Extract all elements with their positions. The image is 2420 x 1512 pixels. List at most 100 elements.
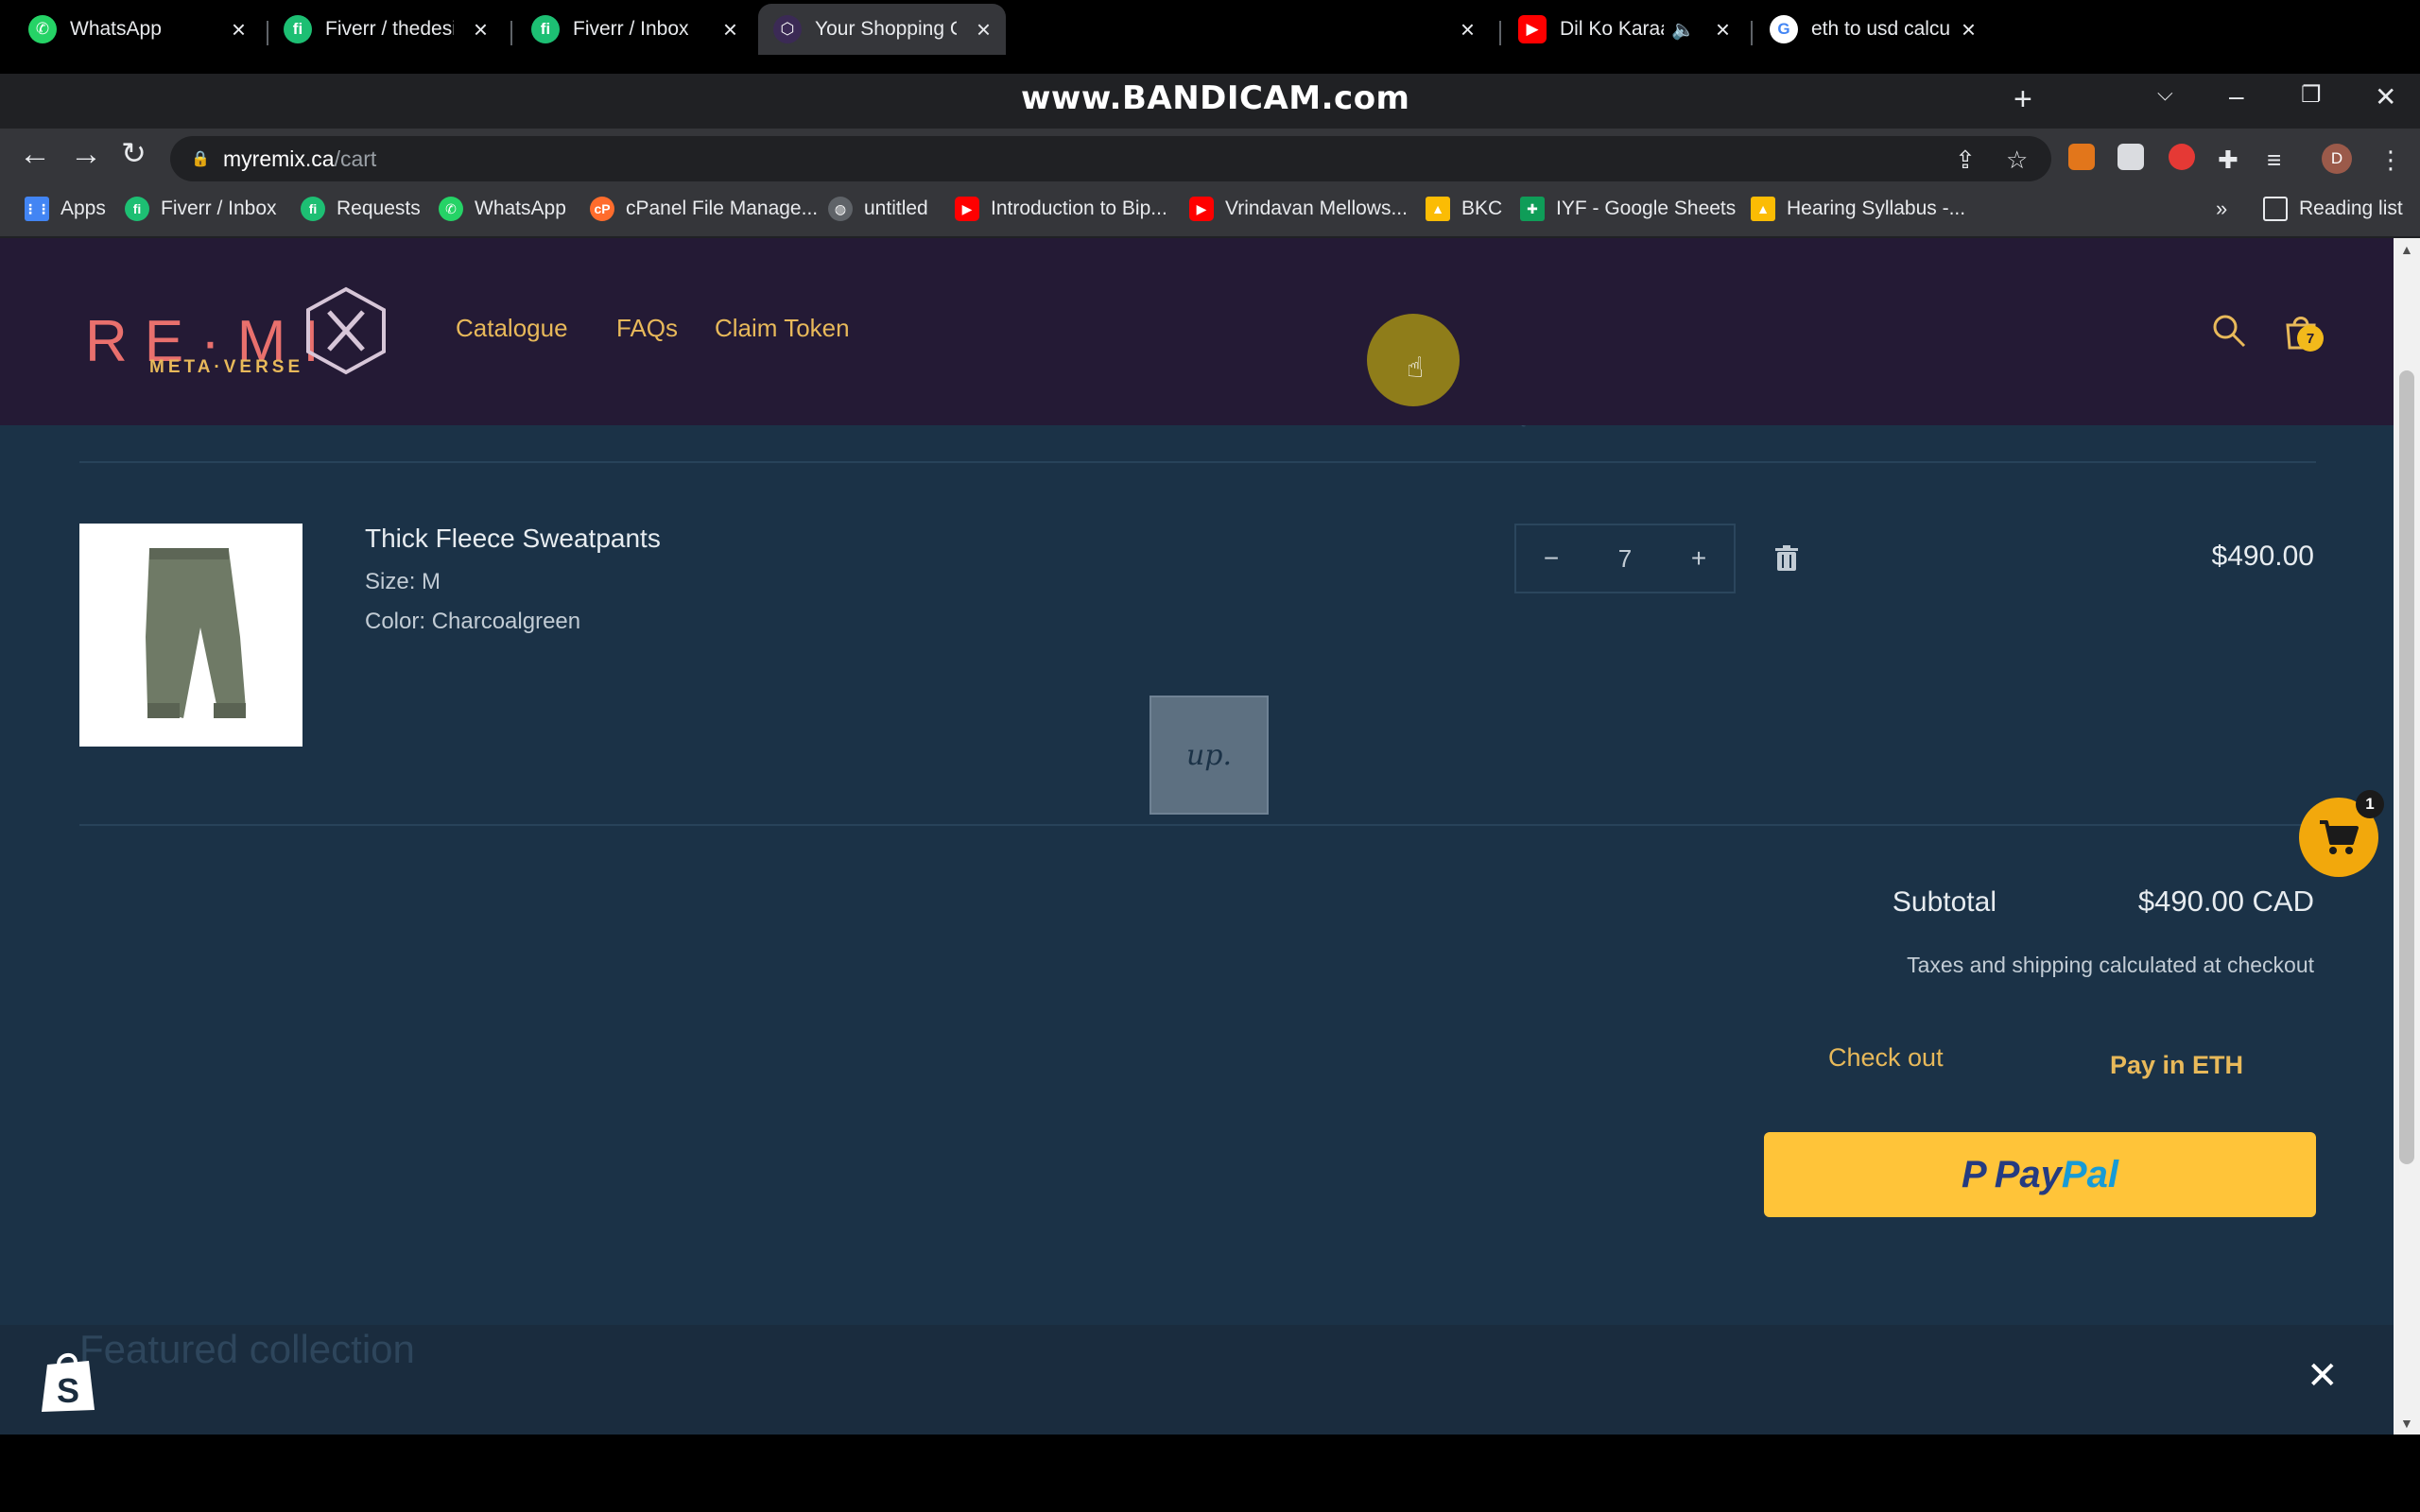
bookmark-apps[interactable]: ⋮⋮ Apps	[24, 197, 106, 221]
whatsapp-icon: ✆	[28, 15, 57, 43]
google-drive-icon: ▲	[1751, 197, 1775, 221]
cart-count-badge: 7	[2297, 325, 2324, 352]
extension-red-icon[interactable]	[2169, 144, 2195, 170]
bookmark-star-icon[interactable]: ☆	[2006, 146, 2028, 175]
nav-catalogue[interactable]: Catalogue	[456, 314, 568, 343]
bookmark-fiverr-inbox[interactable]: fi Fiverr / Inbox	[125, 197, 277, 221]
media-control-icon[interactable]: ≡	[2267, 146, 2281, 175]
globe-icon: ◍	[828, 197, 853, 221]
bookmark-intro-bip[interactable]: ▶ Introduction to Bip...	[955, 197, 1167, 221]
nav-claim-token[interactable]: Claim Token	[715, 314, 850, 343]
bandicam-watermark: www.BANDICAM.com	[1021, 79, 1410, 117]
page-viewport: PRODUCT QUANTITY TOTAL Thick Fleece Swea…	[0, 238, 2394, 1435]
increase-quantity-button[interactable]: +	[1685, 543, 1713, 574]
metamask-extension-icon[interactable]	[2068, 144, 2095, 170]
reading-list-icon	[2263, 197, 2288, 221]
recording-bottom-band	[0, 1435, 2420, 1512]
bookmark-cpanel[interactable]: cP cPanel File Manage...	[590, 197, 818, 221]
cpanel-icon: cP	[590, 197, 614, 221]
page-scrollbar[interactable]: ▲ ▼	[2394, 238, 2420, 1435]
close-tab-icon[interactable]: ×	[1716, 17, 1730, 42]
tab-search-chevron-icon[interactable]: ⌵	[2157, 81, 2173, 106]
close-tab-icon[interactable]: ×	[232, 17, 246, 42]
featured-collection-title: Featured collection	[79, 1327, 415, 1371]
bookmark-bkc[interactable]: ▲ BKC	[1426, 197, 1502, 221]
more-bookmarks-chevron-icon[interactable]: »	[2216, 197, 2227, 221]
close-tab-icon[interactable]: ×	[977, 17, 991, 42]
shopify-bag-icon[interactable]: S	[38, 1349, 98, 1416]
back-arrow-icon[interactable]: ←	[19, 138, 51, 170]
paypal-button[interactable]: P Pay Pal	[1764, 1132, 2316, 1217]
search-icon[interactable]	[2210, 312, 2248, 350]
youtube-icon: ▶	[955, 197, 979, 221]
sweatpants-image	[146, 548, 246, 718]
youtube-icon: ▶	[1518, 15, 1547, 43]
tab-dil-ko-karaa[interactable]: ▶ Dil Ko Karaa 🔈 ×	[1503, 4, 1745, 55]
bookmark-hearing-syllabus[interactable]: ▲ Hearing Syllabus -...	[1751, 197, 1965, 221]
close-tab-icon[interactable]: ×	[1962, 17, 1976, 42]
subtotal-value: $490.00 CAD	[2137, 885, 2314, 918]
close-tab-icon[interactable]: ×	[1461, 17, 1475, 42]
profile-avatar[interactable]: D	[2322, 144, 2352, 174]
line-item-price: $490.00	[2211, 541, 2314, 572]
close-window-icon[interactable]: ✕	[2375, 81, 2396, 112]
tab-separator	[1499, 21, 1501, 45]
close-overlay-icon[interactable]: ✕	[2307, 1357, 2339, 1395]
share-icon[interactable]: ⇪	[1955, 146, 1976, 175]
tab-fiverr-inbox[interactable]: fi Fiverr / Inbox ×	[516, 4, 752, 55]
kebab-menu-icon[interactable]: ⋮	[2378, 146, 2403, 175]
trash-icon[interactable]	[1773, 544, 1800, 573]
minimize-icon[interactable]: –	[2229, 81, 2244, 112]
tax-note: Taxes and shipping calculated at checkou…	[1907, 953, 2314, 977]
subtotal-label: Subtotal	[1892, 886, 1996, 918]
tab-eth-to-usd[interactable]: G eth to usd calcula ×	[1754, 4, 1991, 55]
extensions-puzzle-icon[interactable]: ✚	[2218, 146, 2238, 175]
restore-icon[interactable]: ❐	[2301, 81, 2322, 109]
fiverr-icon: fi	[284, 15, 312, 43]
scroll-up-arrow-icon[interactable]: ▲	[2400, 242, 2413, 257]
scrollbar-thumb[interactable]	[2399, 370, 2414, 1164]
cart-divider	[79, 824, 2316, 826]
tab-whatsapp[interactable]: ✆ WhatsApp ×	[13, 4, 261, 55]
google-icon: G	[1770, 15, 1798, 43]
decrease-quantity-button[interactable]: −	[1537, 543, 1565, 574]
tab-hidden-close[interactable]: ×	[1437, 4, 1475, 55]
tab-shopping-cart[interactable]: ⬡ Your Shopping Ca ×	[758, 4, 1006, 55]
svg-text:S: S	[57, 1371, 79, 1410]
bookmark-requests[interactable]: fi Requests	[301, 197, 421, 221]
mute-speaker-icon[interactable]: 🔈	[1671, 18, 1695, 42]
reading-list-button[interactable]: Reading list	[2263, 197, 2403, 221]
forward-arrow-icon[interactable]: →	[70, 138, 102, 170]
bookmark-vrindavan[interactable]: ▶ Vrindavan Mellows...	[1189, 197, 1408, 221]
quantity-stepper: − 7 +	[1514, 524, 1736, 593]
bookmark-iyf-sheets[interactable]: ✚ IYF - Google Sheets	[1520, 197, 1736, 221]
close-tab-icon[interactable]: ×	[723, 17, 737, 42]
bookmark-untitled[interactable]: ◍ untitled	[828, 197, 928, 221]
close-tab-icon[interactable]: ×	[474, 17, 488, 42]
whatsapp-icon: ✆	[439, 197, 463, 221]
remix-icon: ⬡	[773, 15, 802, 43]
lock-icon: 🔒	[191, 151, 210, 167]
tab-fiverr-thedesire[interactable]: fi Fiverr / thedesire ×	[268, 4, 503, 55]
up-app-badge[interactable]: up.	[1150, 696, 1269, 815]
product-title[interactable]: Thick Fleece Sweatpants	[365, 524, 661, 554]
bookmark-whatsapp[interactable]: ✆ WhatsApp	[439, 197, 566, 221]
floating-cart-badge: 1	[2356, 790, 2384, 818]
new-tab-plus-icon[interactable]: +	[2014, 81, 2032, 118]
pay-in-eth-button[interactable]: Pay in ETH	[2110, 1051, 2243, 1080]
fiverr-icon: fi	[125, 197, 149, 221]
table-header-divider	[79, 461, 2316, 463]
remix-logo[interactable]: RE·MI META·VERSE	[85, 285, 406, 389]
product-color: Color: Charcoalgreen	[365, 609, 581, 634]
checkout-button[interactable]: Check out	[1828, 1043, 1944, 1073]
nav-faqs[interactable]: FAQs	[616, 314, 678, 343]
product-image[interactable]	[79, 524, 302, 747]
address-bar[interactable]: 🔒 myremix.ca/cart	[170, 136, 2051, 181]
fiverr-icon: fi	[301, 197, 325, 221]
extension-icon[interactable]	[2118, 144, 2144, 170]
quantity-value[interactable]: 7	[1618, 544, 1632, 574]
product-size: Size: M	[365, 569, 441, 594]
scroll-down-arrow-icon[interactable]: ▼	[2400, 1416, 2413, 1431]
youtube-icon: ▶	[1189, 197, 1214, 221]
reload-icon[interactable]: ↻	[121, 138, 147, 168]
